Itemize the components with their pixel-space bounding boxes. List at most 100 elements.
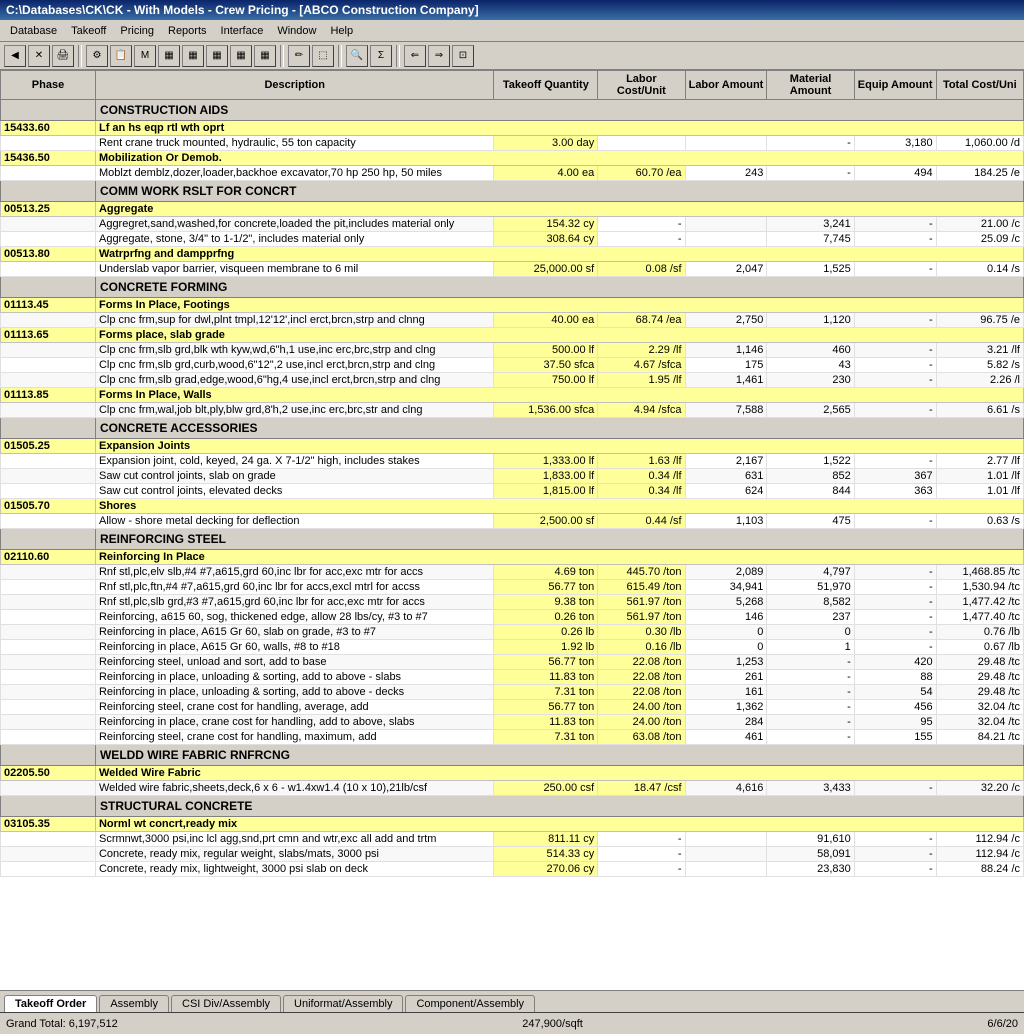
toolbar-btn-5[interactable]: 📋	[110, 45, 132, 67]
phase-desc: Mobilization Or Demob.	[95, 151, 1023, 166]
row-phase	[1, 670, 96, 685]
row-phase	[1, 700, 96, 715]
tab-uniformat[interactable]: Uniformat/Assembly	[283, 995, 403, 1012]
tab-bar: Takeoff Order Assembly CSI Div/Assembly …	[0, 990, 1024, 1012]
menu-item-interface[interactable]: Interface	[215, 23, 270, 39]
section-row: WELDD WIRE FABRIC RNFRCNG	[1, 745, 1024, 766]
section-label-cell: STRUCTURAL CONCRETE	[95, 796, 1023, 817]
table-row: Clp cnc frm,slb grad,edge,wood,6"hg,4 us…	[1, 373, 1024, 388]
toolbar-btn-17[interactable]: ⇒	[428, 45, 450, 67]
row-desc: Reinforcing steel, crane cost for handli…	[95, 700, 494, 715]
row-phase	[1, 685, 96, 700]
row-labor-amt: 1,461	[685, 373, 767, 388]
toolbar-btn-8[interactable]: ▦	[182, 45, 204, 67]
row-phase	[1, 514, 96, 529]
toolbar-btn-12[interactable]: ✏	[288, 45, 310, 67]
row-desc: Expansion joint, cold, keyed, 24 ga. X 7…	[95, 454, 494, 469]
menu-item-pricing[interactable]: Pricing	[114, 23, 160, 39]
table-row: Reinforcing steel, crane cost for handli…	[1, 700, 1024, 715]
tab-component[interactable]: Component/Assembly	[405, 995, 535, 1012]
menu-item-takeoff[interactable]: Takeoff	[65, 23, 112, 39]
row-labor-unit: 18.47 /csf	[598, 781, 685, 796]
row-qty: 270.06 cy	[494, 862, 598, 877]
row-desc: Clp cnc frm,wal,job blt,ply,blw grd,8'h,…	[95, 403, 494, 418]
section-row: REINFORCING STEEL	[1, 529, 1024, 550]
row-material: 1	[767, 640, 854, 655]
row-labor-unit: 4.67 /sfca	[598, 358, 685, 373]
row-qty: 2,500.00 sf	[494, 514, 598, 529]
phase-code: 15433.60	[1, 121, 96, 136]
row-material: 91,610	[767, 832, 854, 847]
toolbar-btn-14[interactable]: 🔍	[346, 45, 368, 67]
table-row: Rnf stl,plc,ftn,#4 #7,a615,grd 60,inc lb…	[1, 580, 1024, 595]
row-labor-unit: 0.34 /lf	[598, 484, 685, 499]
row-total: 96.75 /e	[936, 313, 1023, 328]
table-row: Reinforcing in place, unloading & sortin…	[1, 670, 1024, 685]
toolbar-btn-16[interactable]: ⇐	[404, 45, 426, 67]
row-total: 112.94 /c	[936, 847, 1023, 862]
row-total: 1,530.94 /tc	[936, 580, 1023, 595]
row-total: 1.01 /lf	[936, 469, 1023, 484]
phase-row: 01113.45 Forms In Place, Footings	[1, 298, 1024, 313]
row-qty: 750.00 lf	[494, 373, 598, 388]
row-total: 184.25 /e	[936, 166, 1023, 181]
row-labor-amt: 1,253	[685, 655, 767, 670]
table-row: Welded wire fabric,sheets,deck,6 x 6 - w…	[1, 781, 1024, 796]
menu-item-help[interactable]: Help	[324, 23, 359, 39]
toolbar-btn-11[interactable]: ▦	[254, 45, 276, 67]
row-labor-unit: 24.00 /ton	[598, 715, 685, 730]
table-row: Clp cnc frm,wal,job blt,ply,blw grd,8'h,…	[1, 403, 1024, 418]
row-equip: 88	[854, 670, 936, 685]
row-equip: -	[854, 373, 936, 388]
toolbar-btn-1[interactable]: ◀	[4, 45, 26, 67]
phase-code: 01113.65	[1, 328, 96, 343]
toolbar-btn-9[interactable]: ▦	[206, 45, 228, 67]
row-phase	[1, 847, 96, 862]
tab-assembly[interactable]: Assembly	[99, 995, 169, 1012]
phase-code: 02205.50	[1, 766, 96, 781]
toolbar-btn-2[interactable]: ✕	[28, 45, 50, 67]
row-equip: -	[854, 565, 936, 580]
menu-item-reports[interactable]: Reports	[162, 23, 213, 39]
section-row: COMM WORK RSLT FOR CONCRT	[1, 181, 1024, 202]
row-material: 3,433	[767, 781, 854, 796]
table-row: Saw cut control joints, slab on grade 1,…	[1, 469, 1024, 484]
phase-row: 03105.35 Norml wt concrt,ready mix	[1, 817, 1024, 832]
toolbar-btn-7[interactable]: ▦	[158, 45, 180, 67]
toolbar-btn-18[interactable]: ⊡	[452, 45, 474, 67]
row-total: 0.63 /s	[936, 514, 1023, 529]
row-qty: 0.26 lb	[494, 625, 598, 640]
row-total: 2.26 /l	[936, 373, 1023, 388]
toolbar-btn-4[interactable]: ⚙	[86, 45, 108, 67]
tab-csi-div[interactable]: CSI Div/Assembly	[171, 995, 281, 1012]
row-desc: Reinforcing in place, A615 Gr 60, walls,…	[95, 640, 494, 655]
table-row: Reinforcing, a615 60, sog, thickened edg…	[1, 610, 1024, 625]
tab-takeoff-order[interactable]: Takeoff Order	[4, 995, 97, 1012]
toolbar-btn-3[interactable]: 🖨	[52, 45, 74, 67]
row-desc: Concrete, ready mix, lightweight, 3000 p…	[95, 862, 494, 877]
toolbar-btn-13[interactable]: ⬚	[312, 45, 334, 67]
phase-code: 01113.85	[1, 388, 96, 403]
row-equip: -	[854, 514, 936, 529]
row-labor-amt: 4,616	[685, 781, 767, 796]
table-row: Moblzt demblz,dozer,loader,backhoe excav…	[1, 166, 1024, 181]
row-equip: -	[854, 847, 936, 862]
row-qty: 11.83 ton	[494, 670, 598, 685]
table-row: Saw cut control joints, elevated decks 1…	[1, 484, 1024, 499]
phase-desc: Welded Wire Fabric	[95, 766, 1023, 781]
menu-item-database[interactable]: Database	[4, 23, 63, 39]
toolbar-btn-15[interactable]: Σ	[370, 45, 392, 67]
menu-item-window[interactable]: Window	[271, 23, 322, 39]
section-row: CONCRETE FORMING	[1, 277, 1024, 298]
toolbar-btn-10[interactable]: ▦	[230, 45, 252, 67]
phase-row: 01113.85 Forms In Place, Walls	[1, 388, 1024, 403]
section-label-cell: WELDD WIRE FABRIC RNFRCNG	[95, 745, 1023, 766]
row-total: 29.48 /tc	[936, 670, 1023, 685]
row-labor-unit: 22.08 /ton	[598, 655, 685, 670]
phase-code: 01505.25	[1, 439, 96, 454]
row-material: 8,582	[767, 595, 854, 610]
row-desc: Saw cut control joints, slab on grade	[95, 469, 494, 484]
row-labor-amt: 1,103	[685, 514, 767, 529]
table-row: Reinforcing in place, unloading & sortin…	[1, 685, 1024, 700]
toolbar-btn-6[interactable]: M	[134, 45, 156, 67]
